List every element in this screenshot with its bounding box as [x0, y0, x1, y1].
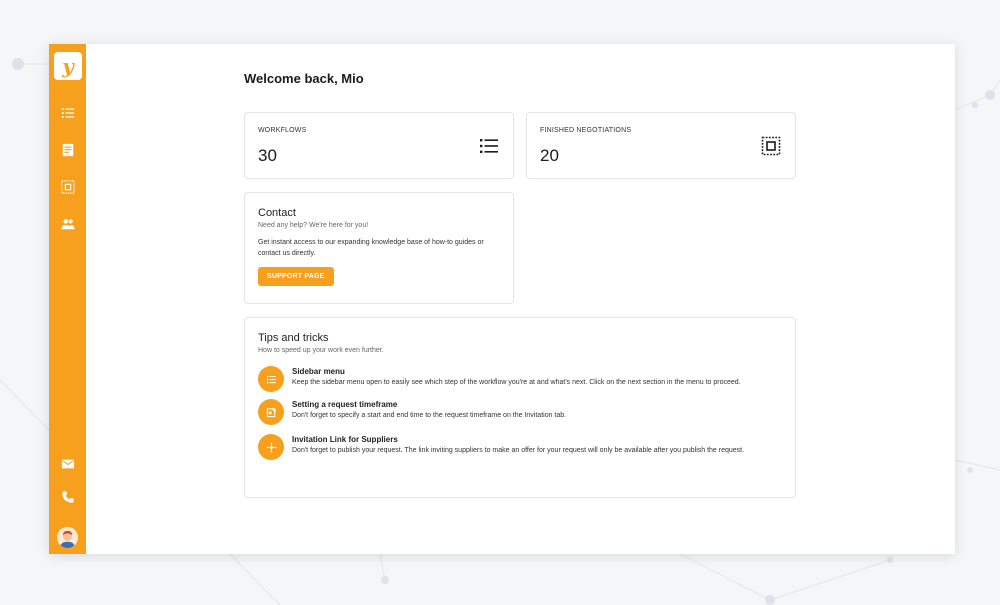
selection-icon[interactable] [60, 179, 76, 195]
contact-title: Contact [258, 207, 296, 219]
tip-text: Keep the sidebar menu open to easily see… [292, 379, 741, 386]
stat-label: WORKFLOWS [258, 127, 307, 134]
document-icon[interactable] [60, 142, 76, 158]
app-window: y Welcome back, Mio WORKFLOWS 30 FINISHE… [49, 44, 955, 554]
stat-value: 20 [540, 146, 559, 165]
stat-label: FINISHED NEGOTIATIONS [540, 127, 632, 134]
finished-negotiations-card[interactable]: FINISHED NEGOTIATIONS 20 [526, 112, 796, 179]
calendar-edit-icon [258, 399, 284, 425]
tips-title: Tips and tricks [258, 332, 329, 344]
list-icon[interactable] [60, 105, 76, 121]
mail-icon[interactable] [60, 456, 76, 472]
support-page-button[interactable]: SUPPORT PAGE [258, 267, 334, 286]
logo-text: y [62, 54, 74, 78]
main-content: Welcome back, Mio WORKFLOWS 30 FINISHED … [86, 44, 955, 554]
contact-subtitle: Need any help? We're here for you! [258, 222, 369, 229]
tip-title: Setting a request timeframe [292, 400, 398, 409]
page-title: Welcome back, Mio [244, 71, 364, 86]
list-icon [258, 366, 284, 392]
selection-icon [761, 136, 781, 156]
tips-card: Tips and tricks How to speed up your wor… [244, 317, 796, 498]
phone-icon[interactable] [60, 489, 76, 505]
sidebar: y [49, 44, 86, 554]
tip-text: Don't forget to publish your request. Th… [292, 447, 745, 454]
tip-item: Invitation Link for Suppliers Don't forg… [258, 434, 782, 460]
tip-title: Sidebar menu [292, 367, 345, 376]
list-icon [480, 139, 498, 153]
stat-value: 30 [258, 146, 277, 165]
contact-card: Contact Need any help? We're here for yo… [244, 192, 514, 304]
tips-subtitle: How to speed up your work even further. [258, 347, 384, 354]
contact-text: Get instant access to our expanding know… [258, 239, 484, 257]
app-logo[interactable]: y [54, 52, 82, 80]
link-network-icon [258, 434, 284, 460]
tip-title: Invitation Link for Suppliers [292, 435, 398, 444]
tip-item: Sidebar menu Keep the sidebar menu open … [258, 366, 782, 392]
tip-item: Setting a request timeframe Don't forget… [258, 399, 782, 425]
tip-text: Don't forget to specify a start and end … [292, 412, 567, 419]
workflows-card[interactable]: WORKFLOWS 30 [244, 112, 514, 179]
people-icon[interactable] [60, 216, 76, 232]
user-avatar[interactable] [57, 527, 78, 548]
